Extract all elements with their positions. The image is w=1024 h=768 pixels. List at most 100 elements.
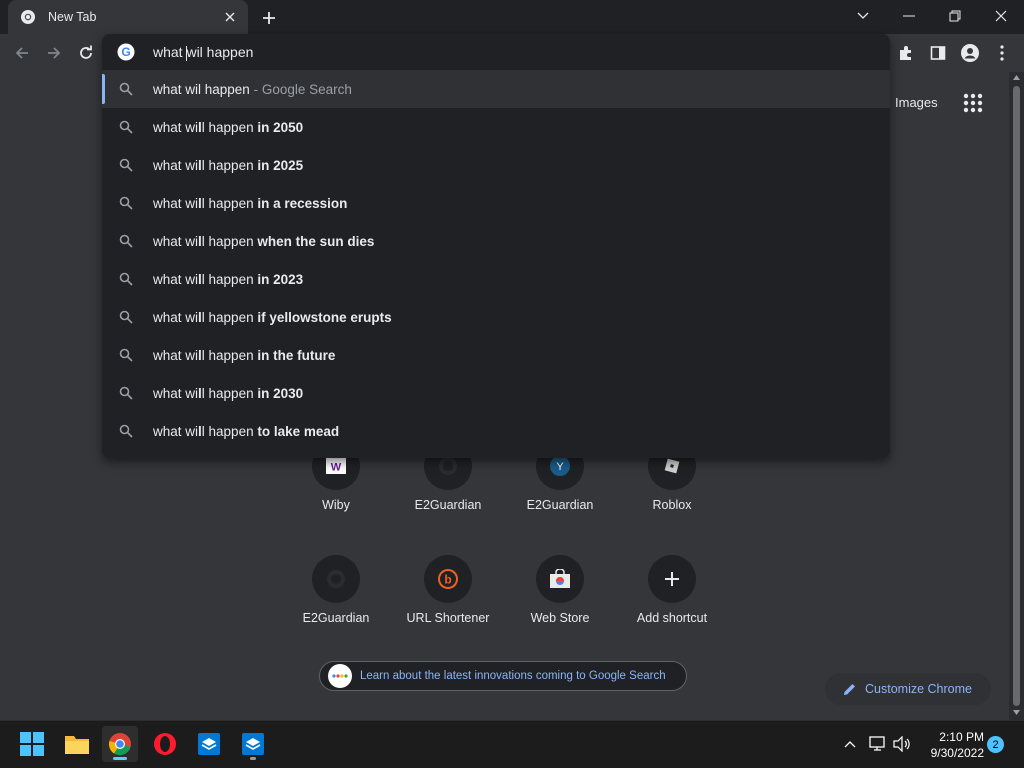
suggestion-text: what will happen in a recession: [153, 196, 347, 211]
suggestion-item[interactable]: what will happen if yellowstone erupts: [102, 298, 890, 336]
search-icon: [119, 120, 133, 134]
suggestion-middle: l happen: [201, 385, 258, 401]
close-window-button[interactable]: [978, 0, 1024, 32]
suggestion-completion: to lake mead: [257, 423, 340, 439]
opera-button[interactable]: [147, 726, 183, 762]
omnibox-input-row[interactable]: G what wil happen: [102, 34, 890, 70]
scrollbar[interactable]: [1009, 72, 1024, 720]
volume-icon[interactable]: [892, 734, 912, 754]
images-link[interactable]: Images: [895, 95, 938, 110]
scroll-up-icon[interactable]: [1013, 75, 1020, 80]
chrome-taskbar-button[interactable]: [102, 726, 138, 762]
clock-date: 9/30/2022: [930, 746, 984, 760]
sandbox-icon: [241, 732, 265, 756]
suggestion-prefix: what wi: [153, 423, 199, 439]
tab-search-icon[interactable]: [840, 0, 886, 32]
extensions-icon[interactable]: [894, 41, 918, 65]
new-tab-button[interactable]: [258, 7, 280, 29]
suggestion-prefix: what wi: [153, 347, 199, 363]
suggestion-item[interactable]: what will happen in 2030: [102, 374, 890, 412]
file-explorer-button[interactable]: [59, 726, 95, 762]
search-icon: [119, 424, 133, 438]
app-button[interactable]: [235, 726, 271, 762]
google-dots-icon: [328, 664, 352, 688]
windows-icon: [20, 732, 44, 756]
suggestion-prefix: what wi: [153, 157, 199, 173]
suggestion-prefix: what wi: [153, 233, 199, 249]
search-icon: [119, 234, 133, 248]
close-tab-icon[interactable]: [222, 9, 238, 25]
back-button[interactable]: [10, 41, 34, 65]
clock-time: 2:10 PM: [939, 730, 984, 744]
suggestion-prefix: what wi: [153, 309, 199, 325]
shortcut-label: E2Guardian: [526, 498, 594, 512]
side-panel-icon[interactable]: [926, 41, 950, 65]
reload-button[interactable]: [74, 41, 98, 65]
promo-text: Learn about the latest innovations comin…: [360, 670, 666, 682]
search-icon: [119, 386, 133, 400]
start-button[interactable]: [14, 726, 50, 762]
restore-button[interactable]: [932, 0, 978, 32]
search-icon: [119, 158, 133, 172]
suggestion-middle: l happen: [201, 119, 258, 135]
suggestion-item[interactable]: what wil happen - Google Search: [102, 70, 890, 108]
shortcut-web-store[interactable]: Web Store: [504, 555, 616, 655]
chrome-icon: [108, 732, 132, 756]
svg-text:W: W: [331, 462, 342, 474]
tab-title: New Tab: [48, 10, 97, 24]
network-icon[interactable]: [868, 734, 888, 754]
suggestion-item[interactable]: what will happen in a recession: [102, 184, 890, 222]
suggestion-text: what will happen in 2023: [153, 272, 303, 287]
google-apps-icon[interactable]: [962, 92, 984, 114]
shortcut-label: Web Store: [530, 611, 590, 625]
chevron-up-icon[interactable]: [840, 734, 860, 754]
pencil-icon: [843, 682, 857, 696]
shortcut-url-shortener[interactable]: b URL Shortener: [392, 555, 504, 655]
add-shortcut-button[interactable]: Add shortcut: [616, 555, 728, 655]
suggestion-completion: when the sun dies: [257, 233, 375, 249]
system-clock[interactable]: 2:10 PM 9/30/2022: [918, 729, 984, 761]
shortcut-label: E2Guardian: [414, 498, 482, 512]
tab-new-tab[interactable]: New Tab: [8, 0, 248, 34]
omnibox-dropdown: G what wil happen what wil happen - Goog…: [102, 34, 890, 458]
app-button[interactable]: [191, 726, 227, 762]
chrome-icon: [20, 9, 36, 25]
omnibox-input[interactable]: what wil happen: [153, 44, 253, 60]
promo-banner[interactable]: Learn about the latest innovations comin…: [319, 661, 687, 691]
suggestion-middle: l happen: [201, 233, 258, 249]
suggestion-prefix: what wi: [153, 271, 199, 287]
shortcut-label: E2Guardian: [302, 611, 370, 625]
forward-button[interactable]: [42, 41, 66, 65]
suggestion-prefix: what wi: [153, 385, 199, 401]
suggestion-item[interactable]: what will happen in the future: [102, 336, 890, 374]
suggestion-text: what will happen to lake mead: [153, 424, 339, 439]
shortcut-label: URL Shortener: [406, 611, 490, 625]
suggestion-middle: l happen: [201, 271, 258, 287]
shortcut-label: Roblox: [652, 498, 692, 512]
suggestion-item[interactable]: what will happen in 2023: [102, 260, 890, 298]
suggestion-completion: if yellowstone erupts: [257, 309, 392, 325]
suggestion-item[interactable]: what will happen in 2025: [102, 146, 890, 184]
notification-badge[interactable]: 2: [987, 736, 1004, 753]
profile-icon[interactable]: [958, 41, 982, 65]
search-icon: [119, 272, 133, 286]
suggestion-item[interactable]: what will happen when the sun dies: [102, 222, 890, 260]
sandbox-icon: [197, 732, 221, 756]
suggestion-text: what will happen in the future: [153, 348, 335, 363]
suggestion-item[interactable]: what will happen in 2050: [102, 108, 890, 146]
opera-icon: [153, 732, 177, 756]
search-icon: [119, 310, 133, 324]
search-icon: [119, 348, 133, 362]
scroll-down-icon[interactable]: [1013, 710, 1020, 715]
suggestion-item[interactable]: what will happen to lake mead: [102, 412, 890, 450]
suggestion-middle: l happen: [201, 423, 258, 439]
suggestion-text: what will happen in 2030: [153, 386, 303, 401]
shortcut-label: Add shortcut: [636, 611, 708, 625]
menu-icon[interactable]: [990, 41, 1014, 65]
minimize-button[interactable]: [886, 0, 932, 32]
suggestion-text: what will happen if yellowstone erupts: [153, 310, 392, 325]
shortcut-e2guardian[interactable]: E2Guardian: [280, 555, 392, 655]
scrollbar-thumb[interactable]: [1013, 86, 1020, 706]
customize-chrome-button[interactable]: Customize Chrome: [825, 673, 991, 705]
suggestion-text: what wil happen - Google Search: [153, 82, 352, 97]
